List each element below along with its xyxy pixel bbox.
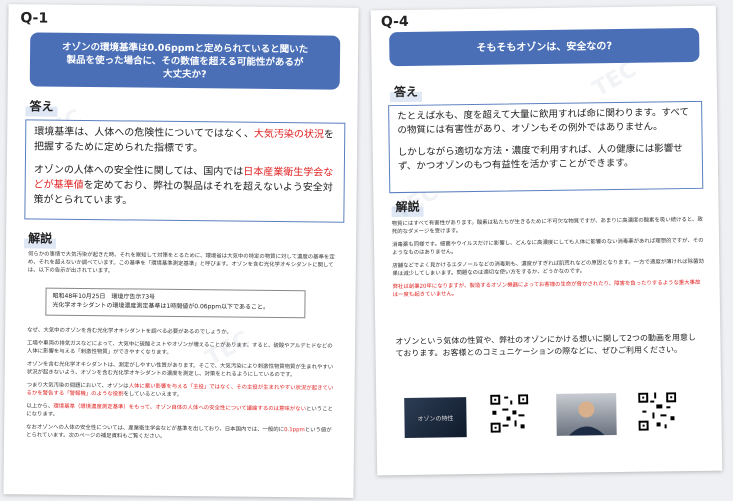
watermark: TEC (588, 56, 642, 103)
answer-paragraph: たとえば水も、度を超えて大量に飲用すれば命に関わります。すべての物質には有害性が… (397, 106, 690, 137)
explain-paragraph: 以上から、環境基準（環境濃度測定基準）をもって、オゾン自体の人体への安全性につい… (26, 403, 333, 418)
explain-paragraph: 物質にはすべて有害性があります。酸素は私たちが生きるために不可欠な物質ですが、あ… (391, 216, 703, 236)
answer-box: たとえば水も、度を超えて大量に飲用すれば命に関わります。すべての物質には有害性が… (388, 100, 704, 194)
notice-line: 光化学オキシダントの環境濃度測定基準は1時間値が0.06ppm以下であること。 (52, 301, 270, 311)
faq-page-q4: TEC TEC Q-4 そもそもオゾンは、安全なの? 答え たとえば水も、度を超… (370, 5, 723, 476)
qr-code-icon[interactable] (490, 394, 529, 433)
faq-page-q1: TEC TEC Q-1 オゾンの環境基準は0.06ppmと定められていると聞いた… (3, 4, 359, 498)
explain-paragraph: オゾンを含む光化学オキシダントは、測定がしやすい性質があります。そこで、大気汚染… (26, 361, 334, 379)
question-line: そもそもオゾンは、安全なの? (476, 40, 613, 54)
video-title: オゾンの特性 (417, 414, 454, 423)
explain-body: 物質にはすべて有害性があります。酸素は私たちが生きるために不可欠な物質ですが、あ… (392, 216, 705, 304)
explain-paragraph: なぜ、大気中のオゾンを含む光化学オキシダントを調べる必要があるのでしょうか。 (27, 327, 232, 336)
explain-heading: 解説 (395, 199, 420, 215)
question-banner: そもそもオゾンは、安全なの? (389, 27, 700, 67)
answer-paragraph: しかしながら適切な方法・濃度で利用すれば、人の健康には影響せず、かつオゾンのもつ… (397, 143, 683, 173)
person-icon (568, 401, 605, 436)
question-id: Q-1 (20, 10, 49, 27)
explain-paragraph: 店舗などでよく見かけるエタノールなどの消毒剤も、濃度がすぎれば肌荒れなどの原因と… (392, 258, 704, 278)
explain-body: なぜ、大気中のオゾンを含む光化学オキシダントを調べる必要があるのでしょうか。 工… (26, 326, 337, 447)
answer-box: 環境基準は、人体への危険性についてではなく、大気汚染の状況を把握するために定めら… (24, 119, 346, 223)
answer-paragraph: 環境基準は、人体への危険性についてではなく、大気汚染の状況を把握するために定めら… (34, 126, 334, 155)
explain-paragraph: つまり大気汚染の問題において、オゾンは人体に悪い影響を与える「主役」ではなく、そ… (26, 382, 334, 399)
explain-heading: 解説 (28, 231, 53, 246)
explain-paragraph: なおオゾンへの人体の安全性については、産業衛生学会などが基準を出しており、日本国… (26, 424, 332, 440)
question-line: 大丈夫か? (163, 68, 207, 80)
explain-paragraph-red: 弊社は創業20年になりますが、製造するオゾン機器によってお客様の生命が脅かされた… (392, 279, 701, 299)
video-intro: オゾンという気体の性質や、弊社のオゾンにかける想いに関して2つの動画を用意してお… (395, 332, 697, 359)
video-thumbnail-2[interactable] (556, 393, 617, 436)
answer-paragraph: オゾンの人体への安全性に関しては、国内では日本産業衛生学会などが基準値を定めてお… (33, 164, 334, 207)
explain-paragraph: 工場や車両の排気ガスなどによって、大気中に硫酸ミストやオゾンが増えることがありま… (26, 340, 333, 356)
video-thumbnail-1[interactable]: オゾンの特性 (404, 397, 467, 438)
explain-paragraph: 何らかの事情で大気汚染が起きた時、それを察知して対策をとるために、環境省は大気中… (27, 251, 335, 275)
question-id: Q-4 (380, 13, 409, 31)
answer-heading: 答え (29, 99, 54, 114)
notice-box: 昭和48年10月25日 環境庁告示73号 光化学オキシダントの環境濃度測定基準は… (45, 287, 306, 319)
question-line: 製品を使った場合に、その数値を超える可能性があるが (66, 54, 304, 68)
qr-code-icon[interactable] (638, 392, 677, 431)
question-banner: オゾンの環境基準は0.06ppmと定められていると聞いた 製品を使った場合に、そ… (29, 32, 341, 90)
answer-heading: 答え (393, 84, 419, 100)
explain-paragraph: 消毒薬も同様です。細菌やウイルスだけに影響し、どんなに高濃度にしても人体に影響の… (392, 237, 704, 257)
